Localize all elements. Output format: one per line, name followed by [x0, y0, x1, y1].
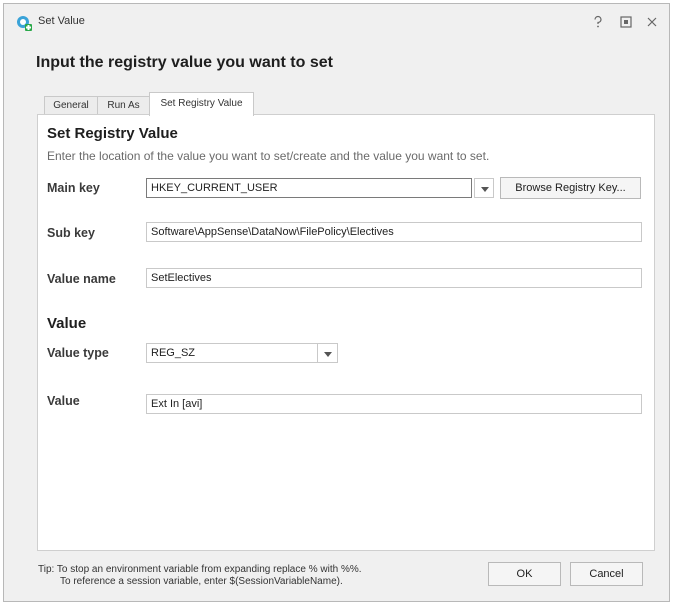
tab-label: Run As [107, 100, 140, 111]
chevron-down-icon [324, 352, 332, 357]
tab-label: Set Registry Value [160, 98, 243, 109]
value-field[interactable]: Ext In [avi] [146, 394, 642, 414]
section-title-registry: Set Registry Value [47, 125, 178, 142]
value-name-label: Value name [47, 272, 116, 286]
section-description: Enter the location of the value you want… [47, 149, 490, 163]
sub-key-field[interactable]: Software\AppSense\DataNow\FilePolicy\Ele… [146, 222, 642, 242]
set-value-dialog: Set Value Input the registry value you w… [3, 3, 670, 602]
tab-run-as[interactable]: Run As [97, 96, 150, 115]
value-type-label: Value type [47, 346, 109, 360]
help-icon[interactable] [590, 14, 606, 30]
tip-text: Tip: To stop an environment variable fro… [38, 564, 362, 588]
tab-label: General [53, 100, 89, 111]
ok-button[interactable]: OK [488, 562, 561, 586]
main-key-label: Main key [47, 181, 100, 195]
value-name-field[interactable]: SetElectives [146, 268, 642, 288]
value-type-combo[interactable]: REG_SZ [146, 343, 318, 363]
value-label: Value [47, 394, 80, 408]
sub-key-label: Sub key [47, 226, 95, 240]
main-key-combo[interactable]: HKEY_CURRENT_USER [146, 178, 472, 198]
registry-app-icon [16, 15, 32, 31]
chevron-down-icon [481, 187, 489, 192]
section-title-value: Value [47, 315, 87, 332]
close-icon[interactable] [644, 14, 660, 30]
window-title: Set Value [38, 15, 85, 27]
browse-registry-key-button[interactable]: Browse Registry Key... [500, 177, 641, 199]
tab-set-registry-value[interactable]: Set Registry Value [149, 92, 254, 116]
cancel-button[interactable]: Cancel [570, 562, 643, 586]
title-bar: Set Value [4, 4, 669, 38]
main-key-dropdown-button[interactable] [474, 178, 494, 198]
tab-general[interactable]: General [44, 96, 98, 115]
value-type-dropdown-button[interactable] [318, 343, 338, 363]
tip-line-1: Tip: To stop an environment variable fro… [38, 564, 362, 575]
maximize-icon[interactable] [618, 14, 634, 30]
tip-line-2: To reference a session variable, enter $… [60, 576, 343, 587]
tab-panel: Set Registry Value Enter the location of… [37, 114, 655, 551]
page-title: Input the registry value you want to set [36, 54, 333, 71]
